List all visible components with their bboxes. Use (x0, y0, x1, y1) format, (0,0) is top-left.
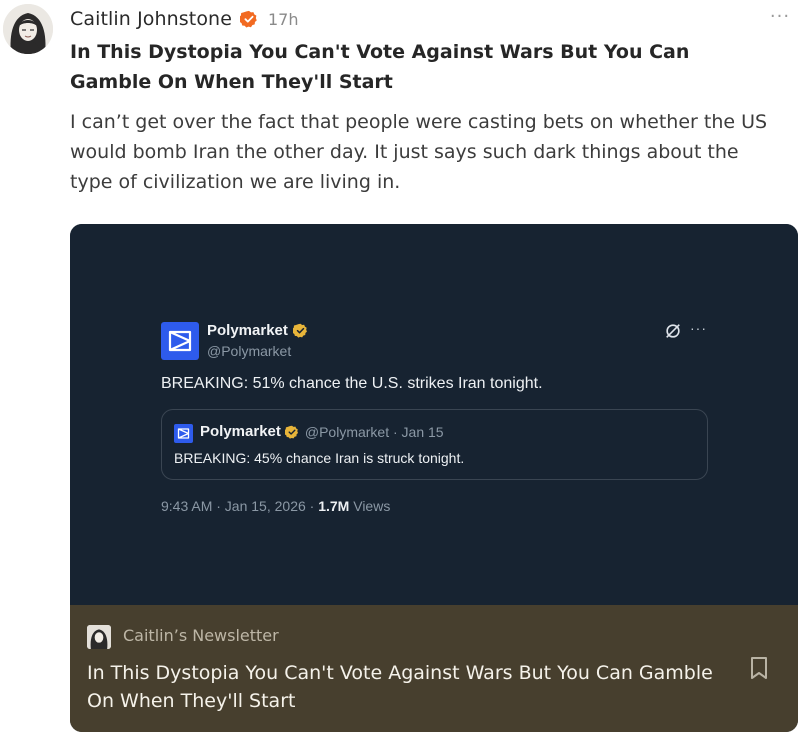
quoted-tweet: Polymarket @Polymarket · Jan 15 BREAKING… (161, 409, 708, 480)
verified-badge-icon (284, 425, 298, 439)
post-body: I can’t get over the fact that people we… (70, 111, 768, 193)
embedded-article-card[interactable]: Polymarket @Polymarket ··· BREAKING: 51%… (70, 224, 798, 732)
embed-article-title[interactable]: In This Dystopia You Can't Vote Against … (87, 659, 727, 715)
quoted-author-handle: @Polymarket · Jan 15 (304, 423, 444, 440)
grok-icon (666, 324, 680, 338)
verified-badge-icon (292, 323, 307, 338)
tweet-author-handle: @Polymarket (207, 343, 292, 359)
post-header: Caitlin Johnstone 17h (70, 5, 299, 33)
post-title[interactable]: In This Dystopia You Can't Vote Against … (70, 37, 770, 97)
bookmark-icon[interactable] (748, 656, 770, 680)
tweet-more-icon: ··· (690, 320, 707, 336)
tweet-meta: 9:43 AM · Jan 15, 2026 · 1.7M Views (161, 498, 390, 514)
tweet-timestamp: 9:43 AM · Jan 15, 2026 · (161, 498, 319, 514)
tweet-text: BREAKING: 51% chance the U.S. strikes Ir… (161, 375, 543, 392)
embed-footer: Caitlin’s Newsletter In This Dystopia Yo… (70, 605, 798, 732)
author-avatar[interactable] (3, 4, 53, 54)
quoted-author-name: Polymarket (200, 423, 281, 440)
verified-badge-icon (240, 10, 257, 28)
author-name[interactable]: Caitlin Johnstone (70, 8, 232, 30)
tweet-views-count: 1.7M (318, 498, 350, 514)
tweet-name-row: Polymarket (207, 322, 308, 339)
more-options-button[interactable]: ··· (768, 5, 792, 27)
newsletter-name[interactable]: Caitlin’s Newsletter (123, 626, 279, 645)
more-options-icon: ··· (769, 5, 791, 27)
quoted-tweet-text: BREAKING: 45% chance Iran is struck toni… (174, 450, 465, 466)
newsletter-avatar (87, 625, 111, 649)
tweet-author-name: Polymarket (207, 322, 288, 339)
polymarket-logo-icon (161, 322, 199, 360)
post-time: 17h (268, 9, 299, 29)
quoted-tweet-header: Polymarket @Polymarket · Jan 15 (200, 423, 444, 440)
polymarket-logo-icon (174, 424, 193, 443)
embedded-tweet-image: Polymarket @Polymarket ··· BREAKING: 51%… (70, 224, 798, 605)
tweet-views-label: Views (349, 498, 391, 514)
